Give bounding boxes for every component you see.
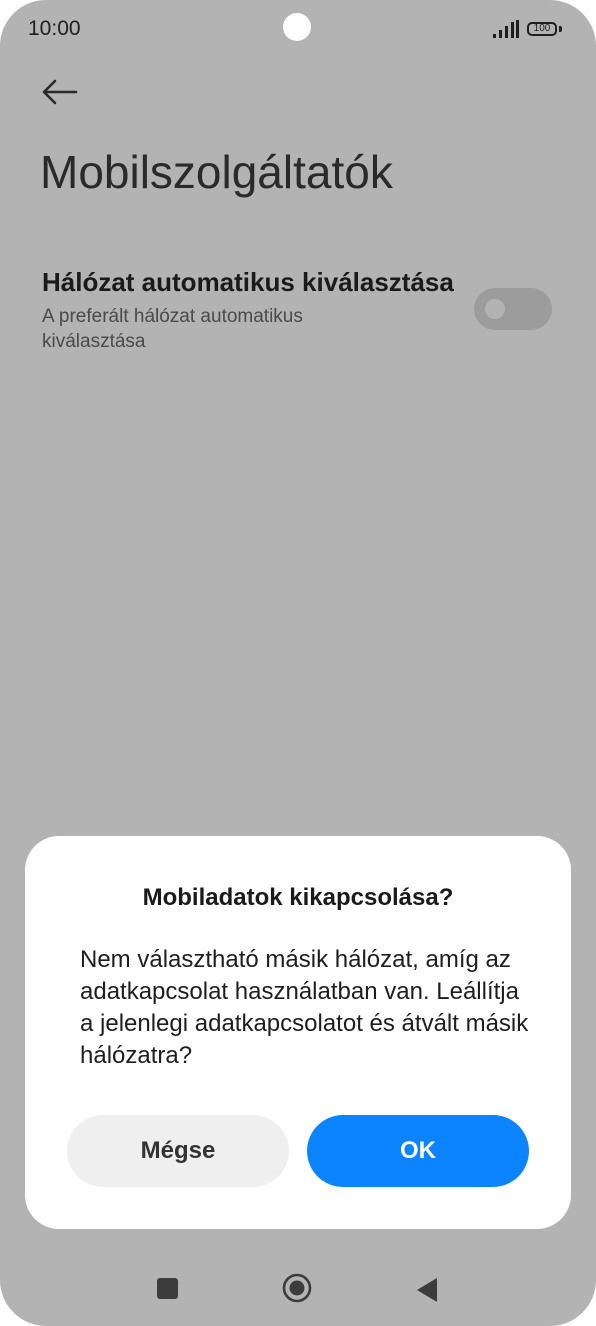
ok-button[interactable]: OK (307, 1115, 529, 1187)
setting-auto-network[interactable]: Hálózat automatikus kiválasztása A prefe… (42, 267, 462, 354)
dialog-title: Mobiladatok kikapcsolása? (142, 884, 454, 911)
toggle-knob (485, 299, 505, 319)
cancel-button[interactable]: Mégse (67, 1115, 289, 1187)
recent-apps-icon[interactable] (157, 1278, 178, 1299)
front-camera-cutout (283, 13, 311, 41)
page-title: Mobilszolgáltatók (40, 146, 393, 198)
setting-title: Hálózat automatikus kiválasztása (42, 267, 454, 297)
battery-icon: 100 (527, 22, 557, 36)
phone-screen: 10:00 100 Mobilszolgáltatók Hálózat auto… (0, 0, 596, 1326)
confirm-dialog: Mobiladatok kikapcsolása? Nem választhat… (25, 836, 571, 1229)
battery-nub (559, 26, 562, 32)
arrow-left-icon[interactable] (40, 74, 80, 110)
signal-icon (493, 20, 519, 38)
back-icon[interactable] (415, 1277, 439, 1303)
dialog-message: Nem választható másik hálózat, amíg az a… (80, 946, 529, 1069)
setting-subtitle: A preferált hálózat automatikus kiválasz… (42, 306, 303, 352)
status-time: 10:00 (28, 17, 81, 40)
home-icon[interactable] (282, 1273, 312, 1303)
auto-network-toggle[interactable] (474, 288, 552, 330)
